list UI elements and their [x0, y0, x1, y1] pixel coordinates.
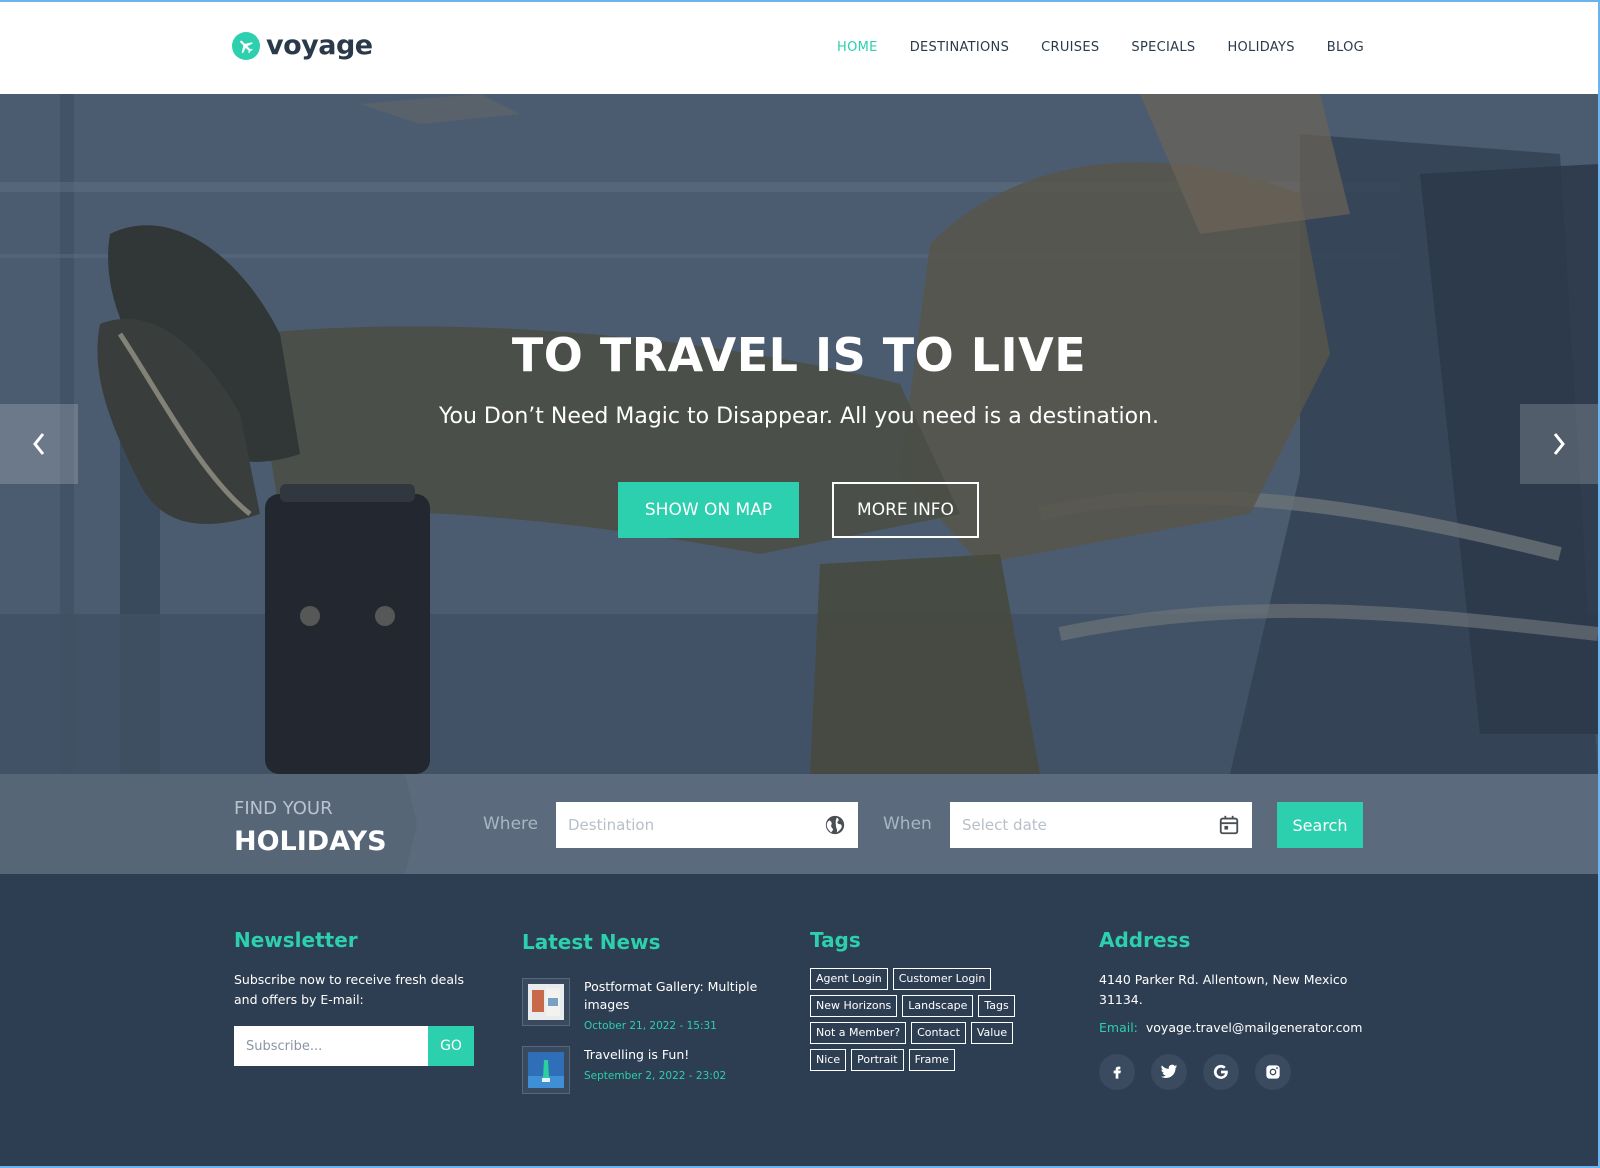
- news-thumbnail[interactable]: [522, 978, 570, 1026]
- site-footer: Newsletter Subscribe now to receive fres…: [0, 874, 1598, 1166]
- nav-item-cruises[interactable]: CRUISES: [1041, 40, 1099, 55]
- hero-slider: TO TRAVEL IS TO LIVE You Don’t Need Magi…: [0, 94, 1598, 774]
- travel-image-icon: [528, 1052, 564, 1088]
- news-title[interactable]: Travelling is Fun!: [584, 1046, 774, 1064]
- subscribe-input[interactable]: [246, 1038, 416, 1054]
- slider-prev-button[interactable]: [0, 404, 78, 484]
- date-field[interactable]: [950, 802, 1252, 848]
- social-links: [1099, 1054, 1291, 1090]
- news-date: September 2, 2022 - 23:02: [584, 1070, 727, 1082]
- destination-input[interactable]: [568, 816, 798, 834]
- date-input[interactable]: [962, 816, 1192, 834]
- globe-icon: [825, 815, 845, 835]
- holiday-search-bar: FIND YOUR HOLIDAYS Where When Search: [0, 774, 1598, 874]
- tags-title: Tags: [810, 928, 861, 952]
- address-text: 4140 Parker Rd. Allentown, New Mexico 31…: [1099, 972, 1348, 1007]
- when-label: When: [883, 814, 932, 834]
- tag-tags[interactable]: Tags: [978, 995, 1015, 1017]
- window-frame-top: [0, 0, 1600, 2]
- tag-portrait[interactable]: Portrait: [851, 1049, 904, 1071]
- tag-cloud: Agent Login Customer Login New Horizons …: [810, 968, 1040, 1071]
- nav-item-specials[interactable]: SPECIALS: [1131, 40, 1195, 55]
- facebook-icon[interactable]: [1099, 1054, 1135, 1090]
- news-date: October 21, 2022 - 15:31: [584, 1020, 717, 1032]
- news-thumbnail[interactable]: [522, 1046, 570, 1094]
- nav-item-destinations[interactable]: DESTINATIONS: [910, 40, 1009, 55]
- email-link[interactable]: voyage.travel@mailgenerator.com: [1146, 1020, 1363, 1035]
- find-holidays-notch: [405, 774, 417, 874]
- logo-text: voyage: [266, 30, 373, 61]
- show-on-map-button[interactable]: SHOW ON MAP: [618, 482, 799, 538]
- tag-agent-login[interactable]: Agent Login: [810, 968, 888, 990]
- newsletter-title: Newsletter: [234, 928, 358, 952]
- tag-new-horizons[interactable]: New Horizons: [810, 995, 898, 1017]
- main-nav: HOME DESTINATIONS CRUISES SPECIALS HOLID…: [837, 40, 1364, 55]
- site-header: voyage HOME DESTINATIONS CRUISES SPECIAL…: [0, 2, 1600, 94]
- nav-item-blog[interactable]: BLOG: [1327, 40, 1364, 55]
- tag-contact[interactable]: Contact: [911, 1022, 966, 1044]
- address-title: Address: [1099, 928, 1191, 952]
- newsletter-text: Subscribe now to receive fresh deals and…: [234, 972, 464, 1007]
- google-icon[interactable]: [1203, 1054, 1239, 1090]
- tag-landscape[interactable]: Landscape: [902, 995, 974, 1017]
- email-label: Email:: [1099, 1020, 1138, 1035]
- gallery-image-icon: [528, 984, 564, 1020]
- email-line: Email: voyage.travel@mailgenerator.com: [1099, 1020, 1362, 1035]
- destination-field[interactable]: [556, 802, 858, 848]
- news-item[interactable]: Postformat Gallery: Multiple images Octo…: [522, 978, 772, 1034]
- search-button[interactable]: Search: [1277, 802, 1363, 848]
- latest-news-title: Latest News: [522, 930, 661, 954]
- news-item[interactable]: Travelling is Fun! September 2, 2022 - 2…: [522, 1046, 772, 1096]
- chevron-left-icon: [33, 433, 45, 455]
- tag-value[interactable]: Value: [970, 1022, 1014, 1044]
- news-title[interactable]: Postformat Gallery: Multiple images: [584, 978, 774, 1014]
- chevron-right-icon: [1553, 433, 1565, 455]
- calendar-icon[interactable]: [1218, 814, 1240, 836]
- instagram-icon[interactable]: [1255, 1054, 1291, 1090]
- airplane-icon: [232, 31, 260, 60]
- nav-item-holidays[interactable]: HOLIDAYS: [1227, 40, 1294, 55]
- tag-frame[interactable]: Frame: [908, 1049, 955, 1071]
- logo[interactable]: voyage: [232, 30, 373, 61]
- subscribe-field[interactable]: [234, 1026, 428, 1066]
- holidays-heading: HOLIDAYS: [234, 826, 387, 857]
- slider-next-button[interactable]: [1520, 404, 1598, 484]
- find-your-label: FIND YOUR: [234, 798, 333, 819]
- where-label: Where: [483, 814, 539, 834]
- twitter-icon[interactable]: [1151, 1054, 1187, 1090]
- hero-subtitle: You Don’t Need Magic to Disappear. All y…: [439, 404, 1159, 429]
- more-info-button[interactable]: MORE INFO: [832, 482, 979, 538]
- hero-title: TO TRAVEL IS TO LIVE: [511, 328, 1087, 382]
- tag-not-a-member[interactable]: Not a Member?: [810, 1022, 907, 1044]
- nav-item-home[interactable]: HOME: [837, 40, 878, 55]
- find-holidays-panel: [0, 774, 405, 874]
- tag-customer-login[interactable]: Customer Login: [892, 968, 992, 990]
- tag-nice[interactable]: Nice: [810, 1049, 847, 1071]
- subscribe-go-button[interactable]: GO: [428, 1026, 474, 1066]
- hero-overlay: [0, 94, 1598, 774]
